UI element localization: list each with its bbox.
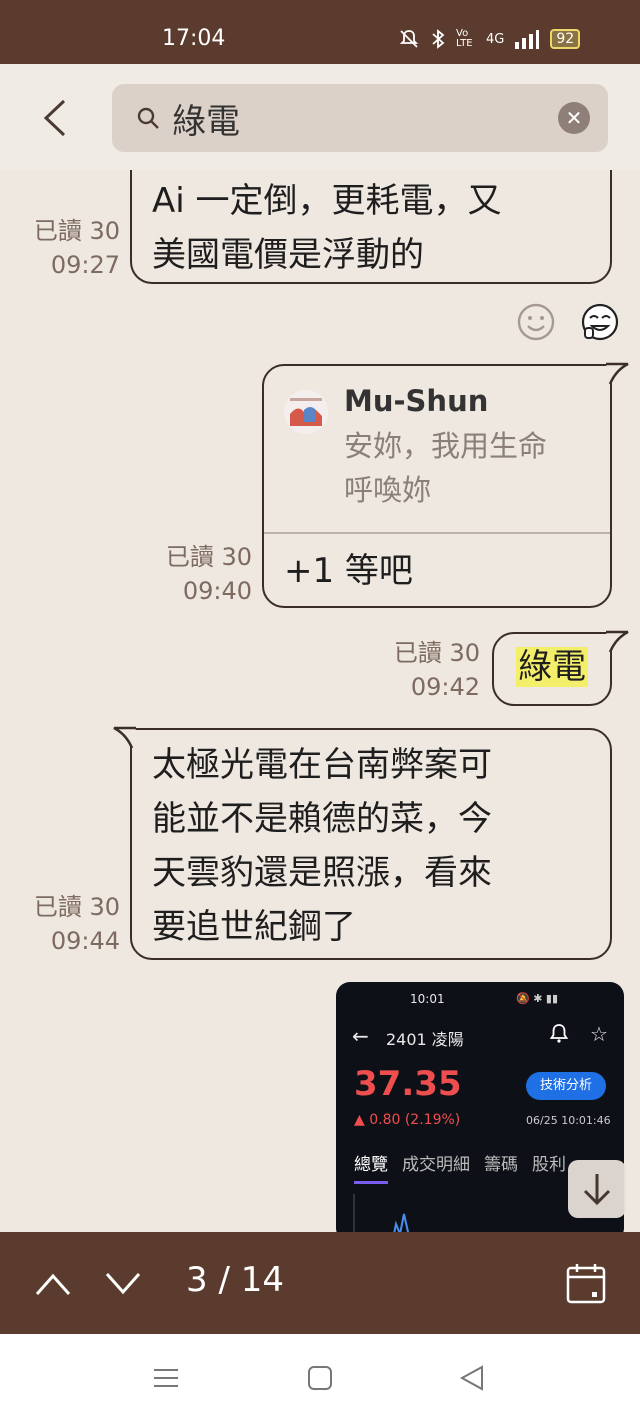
stock-change: ▲ 0.80 (2.19%)	[354, 1112, 461, 1128]
message-bubble-incoming[interactable]: 太極光電在台南弊案可 能並不是賴德的菜，今 天雲豹還是照漲，看來 要追世紀鋼了	[130, 728, 612, 960]
reply-author: Mu-Shun	[344, 384, 489, 418]
volte-label: Vo LTE	[456, 28, 473, 49]
quote-line: 呼喚妳	[344, 473, 432, 507]
bubble-tail	[606, 362, 629, 385]
message-line: 能並不是賴德的菜，今	[152, 799, 492, 839]
search-match-highlight: 綠電	[516, 647, 588, 687]
tab-overview: 總覽	[354, 1150, 388, 1184]
system-navigation-bar	[0, 1334, 640, 1422]
calendar-icon[interactable]	[566, 1262, 606, 1304]
quote-line: 安妳，我用生命	[344, 429, 548, 463]
search-icon	[137, 107, 159, 129]
read-status: 已讀 30	[165, 543, 252, 571]
chat-area[interactable]: 已讀 30 09:27 Ai 一定倒，更耗電，又 美國電價是浮動的 已讀 30 …	[0, 170, 640, 1232]
chevron-left-icon[interactable]	[40, 98, 70, 138]
message-meta: 已讀 30 09:27	[20, 214, 120, 282]
stock-datetime: 06/25 10:01:46	[526, 1114, 611, 1127]
bluetooth-icon	[432, 29, 445, 49]
message-time: 09:42	[410, 673, 480, 701]
status-bar: 17:04 Vo LTE 4G 92	[0, 0, 640, 64]
star-icon: ☆	[590, 1022, 608, 1046]
message-meta: 已讀 30 09:44	[20, 890, 120, 958]
reply-quote: 安妳，我用生命 呼喚妳	[344, 424, 594, 512]
map-thumbnail-icon	[284, 390, 328, 434]
tab-chips: 籌碼	[484, 1155, 518, 1175]
shot-status-icons: 🔕 ✱ ▮▮	[516, 992, 559, 1005]
message-line: 美國電價是浮動的	[152, 235, 424, 275]
signal-icon	[515, 30, 540, 49]
stock-title: 2401 凌陽	[386, 1030, 464, 1049]
stock-price: 37.35	[354, 1064, 462, 1104]
tab-trades: 成交明細	[402, 1155, 470, 1175]
technical-analysis-button: 技術分析	[526, 1072, 606, 1100]
reply-thumbnail	[284, 390, 328, 434]
bubble-tail	[606, 630, 629, 653]
shot-time: 10:01	[410, 992, 445, 1006]
scroll-to-bottom-button[interactable]	[568, 1160, 626, 1218]
battery-indicator: 92	[550, 29, 581, 49]
smiley-reaction-icon[interactable]	[516, 302, 556, 342]
read-status: 已讀 30	[33, 893, 120, 921]
message-bubble-outgoing[interactable]: 綠電	[492, 632, 612, 706]
network-label: 4G	[486, 31, 505, 47]
reply-message-bubble[interactable]: Mu-Shun 安妳，我用生命 呼喚妳 +1 等吧	[262, 364, 612, 608]
message-time: 09:44	[50, 927, 120, 955]
home-icon[interactable]	[306, 1364, 334, 1392]
message-line: 太極光電在台南弊案可	[152, 745, 492, 785]
message-text: +1 等吧	[284, 551, 413, 591]
read-status: 已讀 30	[393, 639, 480, 667]
message-time: 09:40	[182, 577, 252, 605]
message-bubble-incoming[interactable]: Ai 一定倒，更耗電，又 美國電價是浮動的	[130, 170, 612, 284]
read-status: 已讀 30	[33, 217, 120, 245]
status-time: 17:04	[162, 26, 226, 51]
status-icons: Vo LTE 4G 92	[398, 28, 581, 50]
message-time: 09:27	[50, 251, 120, 279]
menu-icon[interactable]	[152, 1364, 180, 1392]
reply-divider	[264, 532, 610, 534]
search-box[interactable]: ✕	[112, 84, 608, 152]
message-line: Ai 一定倒，更耗電，又	[152, 181, 502, 221]
mute-icon	[399, 30, 419, 48]
message-line: 要追世紀鋼了	[152, 907, 356, 947]
arrow-down-icon	[583, 1174, 611, 1206]
bubble-tail	[113, 726, 136, 749]
result-counter: 3 / 14	[186, 1260, 284, 1300]
tab-dividends: 股利	[532, 1155, 566, 1175]
search-results-bar: 3 / 14	[0, 1232, 640, 1334]
bell-icon	[549, 1024, 569, 1043]
search-header: ✕	[0, 64, 640, 170]
back-triangle-icon[interactable]	[458, 1364, 486, 1392]
chevron-up-icon[interactable]	[34, 1266, 72, 1300]
stock-tabs: 總覽 成交明細 籌碼 股利	[354, 1150, 566, 1184]
close-icon[interactable]: ✕	[558, 102, 590, 134]
message-meta: 已讀 30 09:40	[148, 540, 252, 608]
sticker-face-icon[interactable]	[580, 302, 620, 342]
arrow-left-icon: ←	[352, 1024, 369, 1048]
message-line: 天雲豹還是照漲，看來	[152, 853, 492, 893]
search-input[interactable]	[172, 94, 532, 142]
chevron-down-icon[interactable]	[104, 1266, 142, 1300]
message-meta: 已讀 30 09:42	[376, 636, 480, 704]
